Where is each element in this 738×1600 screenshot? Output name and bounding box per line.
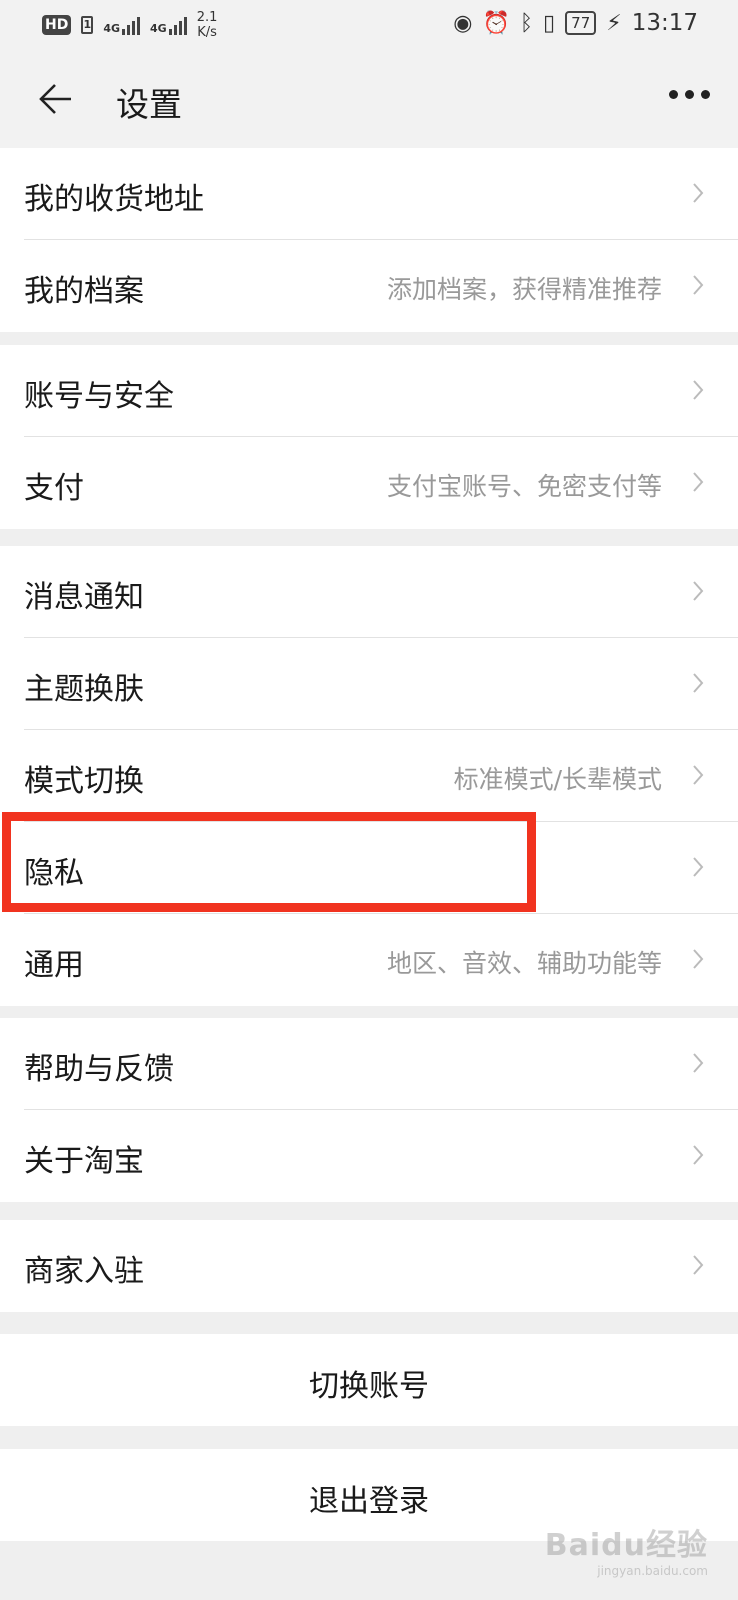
settings-group-4: 帮助与反馈 关于淘宝 [0, 1018, 738, 1202]
menu-item-label: 账号与安全 [24, 379, 174, 414]
menu-item-label: 支付 [24, 471, 84, 506]
alarm-icon: ⏰ [482, 10, 510, 36]
menu-item-mode-switch[interactable]: 模式切换 标准模式/长辈模式 [0, 730, 738, 822]
chevron-right-icon [693, 673, 704, 693]
more-options-icon[interactable] [669, 90, 710, 99]
menu-item-my-profile[interactable]: 我的档案 添加档案，获得精准推荐 [0, 240, 738, 332]
menu-item-account-security[interactable]: 账号与安全 [0, 345, 738, 437]
chevron-right-icon [693, 949, 704, 969]
eye-comfort-icon: ◉ [453, 10, 473, 36]
bluetooth-icon: ᛒ [519, 10, 534, 36]
chevron-right-icon [693, 183, 704, 203]
battery-icon: 77 [565, 11, 597, 35]
settings-group-5: 商家入驻 [0, 1220, 738, 1312]
menu-item-label: 消息通知 [24, 580, 144, 615]
clock: 13:17 [631, 10, 698, 36]
menu-item-notifications[interactable]: 消息通知 [0, 546, 738, 638]
watermark: Baidu经验 jingyan.baidu.com [545, 1520, 708, 1578]
chevron-right-icon [693, 275, 704, 295]
chevron-right-icon [693, 1255, 704, 1275]
menu-item-hint: 地区、音效、辅助功能等 [386, 949, 662, 978]
back-arrow-icon[interactable] [38, 82, 74, 116]
network-speed-unit: K/s [197, 25, 217, 40]
menu-item-theme[interactable]: 主题换肤 [0, 638, 738, 730]
menu-item-shipping-address[interactable]: 我的收货地址 [0, 148, 738, 240]
menu-item-payment[interactable]: 支付 支付宝账号、免密支付等 [0, 437, 738, 529]
menu-item-help-feedback[interactable]: 帮助与反馈 [0, 1018, 738, 1110]
chevron-right-icon [693, 1145, 704, 1165]
menu-item-label: 通用 [24, 948, 84, 983]
charging-icon: ⚡ [606, 10, 622, 36]
menu-item-hint: 标准模式/长辈模式 [453, 765, 662, 794]
status-bar: HD 1 4G 4G 2.1 K/s ◉ ⏰ ᛒ ▯ 77 ⚡ 13:17 [0, 0, 738, 50]
menu-item-label: 主题换肤 [24, 672, 144, 707]
menu-item-merchant[interactable]: 商家入驻 [0, 1220, 738, 1312]
sim-card-icon: 1 [81, 16, 94, 34]
settings-group-1: 我的收货地址 我的档案 添加档案，获得精准推荐 [0, 148, 738, 332]
chevron-right-icon [693, 380, 704, 400]
menu-item-about[interactable]: 关于淘宝 [0, 1110, 738, 1202]
menu-item-general[interactable]: 通用 地区、音效、辅助功能等 [0, 914, 738, 1006]
switch-account-button[interactable]: 切换账号 [0, 1334, 738, 1426]
highlight-box [2, 812, 536, 912]
network-speed: 2.1 K/s [197, 10, 218, 40]
menu-item-label: 商家入驻 [24, 1254, 144, 1289]
battery-level: 77 [571, 14, 591, 32]
chevron-right-icon [693, 472, 704, 492]
menu-item-label: 模式切换 [24, 764, 144, 799]
chevron-right-icon [693, 765, 704, 785]
chevron-right-icon [693, 581, 704, 601]
menu-item-label: 我的档案 [24, 274, 144, 309]
hd-voice-icon: HD [42, 15, 72, 35]
menu-item-label: 我的收货地址 [24, 182, 204, 217]
watermark-url: jingyan.baidu.com [597, 1564, 708, 1578]
network-speed-value: 2.1 [196, 10, 218, 25]
chevron-right-icon [693, 1053, 704, 1073]
page-title: 设置 [116, 85, 182, 124]
menu-item-hint: 支付宝账号、免密支付等 [386, 472, 662, 501]
settings-group-2: 账号与安全 支付 支付宝账号、免密支付等 [0, 345, 738, 529]
switch-account-label: 切换账号 [309, 1369, 429, 1404]
signal-icon-1: 4G [103, 15, 141, 35]
vibrate-icon: ▯ [543, 10, 556, 36]
chevron-right-icon [693, 857, 704, 877]
signal-icon-2: 4G [150, 15, 187, 35]
network-type-1: 4G [103, 22, 121, 35]
menu-item-hint: 添加档案，获得精准推荐 [386, 275, 662, 304]
menu-item-label: 帮助与反馈 [24, 1052, 174, 1087]
menu-item-label: 关于淘宝 [24, 1144, 144, 1179]
logout-label: 退出登录 [309, 1484, 429, 1519]
settings-group-3: 消息通知 主题换肤 模式切换 标准模式/长辈模式 隐私 通用 地区、音效、辅助功… [0, 546, 738, 1006]
app-bar: 设置 [0, 50, 738, 148]
watermark-brand: Baidu经验 [544, 1528, 708, 1563]
network-type-2: 4G [150, 22, 167, 35]
